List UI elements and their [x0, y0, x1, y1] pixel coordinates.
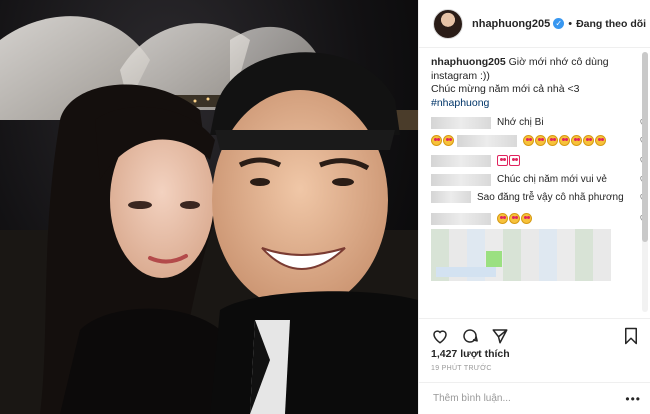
blurred-username[interactable]	[431, 212, 491, 225]
comment-row	[431, 134, 648, 147]
more-options-icon[interactable]: •••	[625, 392, 641, 406]
action-bar	[419, 318, 650, 348]
photo-illustration	[0, 16, 418, 414]
blurred-username[interactable]	[431, 173, 491, 186]
emoji-group	[523, 134, 636, 147]
heart-eyes-emoji-icon	[535, 134, 546, 146]
heart-eyes-emoji-icon	[443, 134, 454, 146]
heart-eyes-emoji-icon	[497, 212, 508, 224]
post-timestamp[interactable]: 19 PHÚT TRƯỚC	[431, 365, 492, 372]
heart-eyes-emoji-icon	[559, 134, 570, 146]
heart-eyes-emoji-icon	[523, 134, 534, 146]
heart-eyes-cat-emoji-icon	[509, 154, 520, 166]
header-separator: •	[568, 17, 573, 30]
blurred-username[interactable]	[431, 191, 471, 203]
post-photo[interactable]	[0, 0, 418, 414]
heart-eyes-emoji-icon	[509, 212, 520, 224]
comment-input[interactable]	[433, 393, 608, 404]
like-count[interactable]: 1,427 lượt thích	[431, 348, 510, 360]
bookmark-icon[interactable]	[623, 327, 639, 345]
comment-icon[interactable]	[461, 327, 479, 345]
blur-patch	[436, 267, 496, 277]
heart-eyes-emoji-icon	[571, 134, 582, 146]
header-username[interactable]: nhaphuong205	[472, 18, 550, 30]
blurred-username[interactable]	[457, 134, 517, 147]
caption-username[interactable]: nhaphuong205	[431, 56, 506, 68]
comment-row: Nhớ chị Bi	[431, 116, 648, 129]
blurred-comment-block	[431, 229, 611, 281]
caption-text-line2: Chúc mừng năm mới cả nhà <3	[431, 83, 580, 95]
comment-text: Sao đăng trễ vậy cô nhã phương	[477, 192, 624, 203]
comment-text: Chúc chị năm mới vui vẻ	[497, 174, 607, 185]
comment-row	[431, 212, 648, 225]
comment-row: Chúc chị năm mới vui vẻ	[431, 173, 648, 186]
comments-scrollbar[interactable]	[642, 52, 648, 312]
add-comment-bar: •••	[419, 382, 650, 414]
emoji-group	[497, 154, 636, 167]
share-icon[interactable]	[491, 327, 509, 345]
caption: nhaphuong205 Giờ mới nhớ cô dùng instagr…	[431, 56, 631, 110]
blurred-username[interactable]	[431, 154, 491, 167]
heart-eyes-emoji-icon	[521, 212, 532, 224]
post-panel: nhaphuong205 ✓ • Đang theo dõi nhaphuong…	[418, 0, 650, 414]
scrollbar-thumb[interactable]	[642, 52, 648, 242]
follow-button[interactable]: Đang theo dõi	[576, 18, 646, 30]
caption-hashtag[interactable]: #nhaphuong	[431, 97, 489, 109]
post-header: nhaphuong205 ✓ • Đang theo dõi	[419, 0, 650, 48]
comment-text: Nhớ chị Bi	[497, 117, 544, 128]
blur-patch	[486, 251, 502, 267]
emoji-group	[431, 134, 455, 147]
heart-eyes-emoji-icon	[547, 134, 558, 146]
emoji-group	[497, 212, 636, 225]
heart-eyes-emoji-icon	[583, 134, 594, 146]
comments-list[interactable]: nhaphuong205 Giờ mới nhớ cô dùng instagr…	[419, 48, 650, 318]
avatar[interactable]	[433, 8, 463, 39]
comment-row: Sao đăng trễ vậy cô nhã phương	[431, 190, 648, 206]
verified-badge-icon: ✓	[553, 18, 565, 29]
heart-eyes-emoji-icon	[431, 134, 442, 146]
comment-row	[431, 154, 648, 167]
heart-eyes-cat-emoji-icon	[497, 154, 508, 166]
heart-icon[interactable]	[431, 327, 449, 345]
blurred-username[interactable]	[431, 116, 491, 129]
heart-eyes-emoji-icon	[595, 134, 606, 146]
